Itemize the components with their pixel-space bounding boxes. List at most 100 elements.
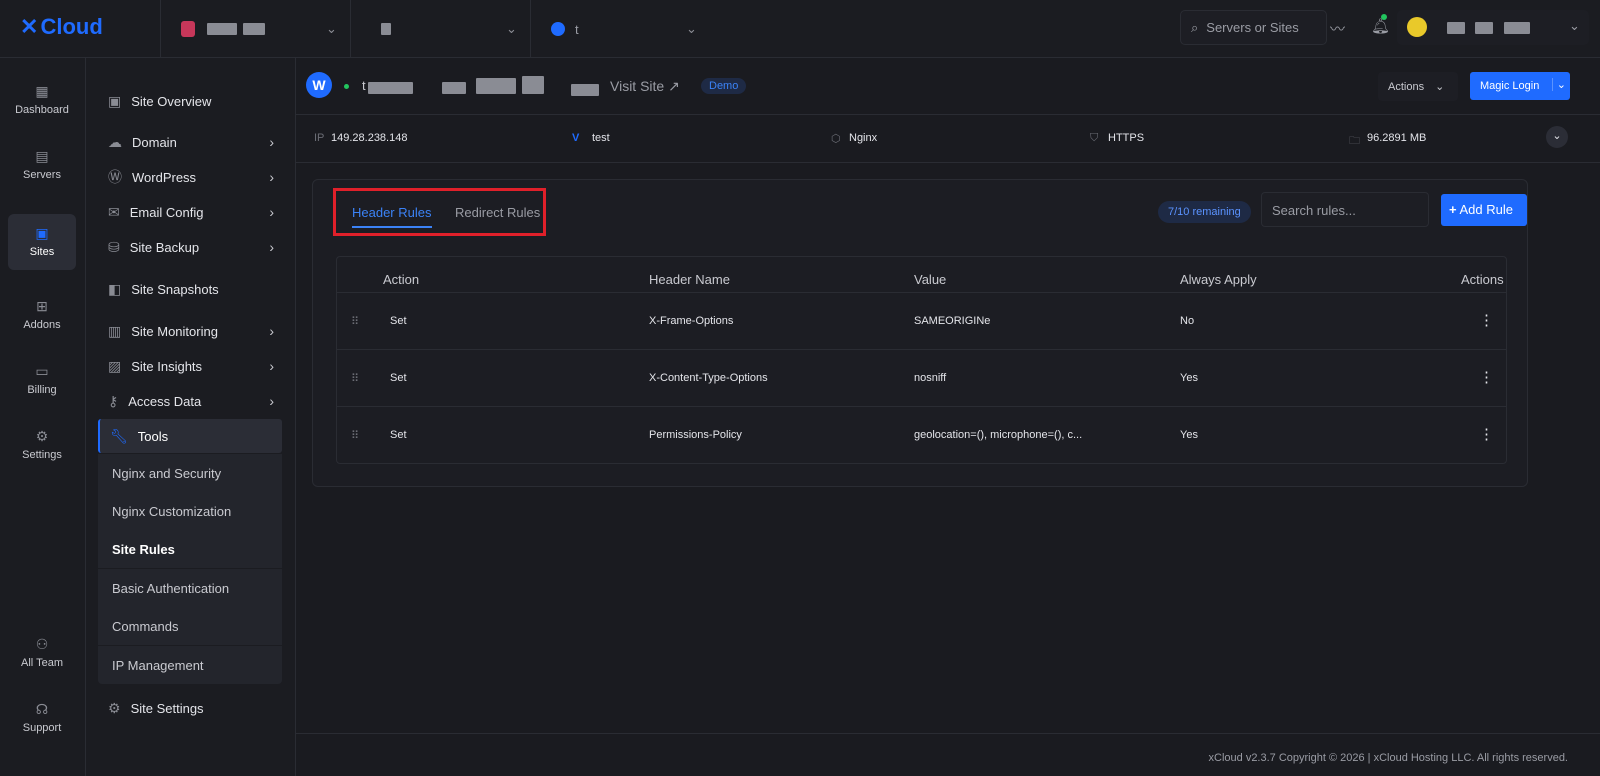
- nav-site-settings[interactable]: ⚙ Site Settings: [98, 691, 282, 725]
- user-menu[interactable]: ⌄: [1397, 10, 1589, 45]
- site-nav: ▣ Site Overview ☁ Domain › Ⓦ WordPress › ✉ Ema…: [86, 58, 296, 776]
- nav-site-snapshots[interactable]: ◧ Site Snapshots: [98, 272, 282, 306]
- xcloud-logo[interactable]: ✕ Cloud: [20, 14, 103, 40]
- tab-redirect-rules[interactable]: Redirect Rules: [455, 205, 540, 220]
- table-row: ⠿ Set X-Frame-Options SAMEORIGINe No ⋮: [337, 292, 1506, 349]
- wordpress-icon: [551, 22, 565, 36]
- search-icon: ⌕: [1191, 19, 1199, 35]
- site-selector[interactable]: t ⌄: [530, 0, 710, 58]
- search-rules-input[interactable]: Search rules...: [1261, 192, 1429, 227]
- nav-site-monitoring[interactable]: ▥ Site Monitoring ›: [98, 314, 282, 348]
- rail-addons[interactable]: ⊞ Addons: [8, 287, 76, 343]
- sub-basic-auth[interactable]: Basic Authentication: [98, 569, 282, 607]
- server-selector[interactable]: ⌄: [160, 0, 350, 58]
- chevron-down-icon[interactable]: ⌄: [1551, 78, 1566, 91]
- nav-site-backup[interactable]: ⛁ Site Backup ›: [98, 230, 282, 264]
- table-row: ⠿ Set X-Content-Type-Options nosniff Yes ⋮: [337, 349, 1506, 406]
- nav-tools[interactable]: 🔧︎ Tools: [98, 419, 282, 453]
- column-header: Header Name: [649, 272, 730, 287]
- chart-icon: ▥: [108, 323, 122, 339]
- column-header: Always Apply: [1180, 272, 1257, 287]
- addons-icon: ⊞: [36, 298, 48, 314]
- rail-support[interactable]: ☊ Support: [8, 690, 76, 746]
- nav-domain[interactable]: ☁ Domain ›: [98, 125, 282, 159]
- primary-rail: ▦ Dashboard ▤ Servers ▣ Sites ⊞ Addons ▭ Bill…: [0, 58, 86, 776]
- backup-icon: ⛁: [108, 239, 120, 255]
- gear-icon: ⚙: [108, 700, 121, 716]
- more-options-icon[interactable]: ⋮: [1479, 368, 1494, 386]
- site-info-bar: IP 149.28.238.148 V test ⬡ Nginx ⛉ HTTPS…: [296, 115, 1600, 163]
- more-options-icon[interactable]: ⋮: [1479, 311, 1494, 329]
- chevron-down-icon: ⌄: [326, 21, 337, 36]
- sub-commands[interactable]: Commands: [98, 607, 282, 645]
- status-dot: [344, 84, 349, 89]
- drag-handle-icon[interactable]: ⠿: [351, 429, 359, 442]
- bell-icon[interactable]: 🔔︎: [1371, 17, 1390, 35]
- server-avatar: [181, 21, 195, 37]
- global-search-input[interactable]: ⌕ Servers or Sites: [1180, 10, 1327, 45]
- remaining-badge: 7/10 remaining: [1158, 201, 1251, 223]
- layout-icon: ▣: [108, 93, 122, 109]
- wrench-icon: 🔧︎: [110, 428, 128, 444]
- team-icon: ⚇: [35, 636, 49, 652]
- sub-nginx-security[interactable]: Nginx and Security: [98, 454, 282, 492]
- drag-handle-icon[interactable]: ⠿: [351, 372, 359, 385]
- drag-handle-icon[interactable]: ⠿: [351, 315, 359, 328]
- chevron-down-icon: ⌄: [1569, 18, 1580, 33]
- column-header: Value: [914, 272, 947, 287]
- chevron-right-icon: ›: [269, 239, 274, 255]
- table-row: ⠿ Set Permissions-Policy geolocation=(), mi…: [337, 406, 1506, 463]
- nav-site-insights[interactable]: ▨ Site Insights ›: [98, 349, 282, 383]
- column-header: Actions: [1461, 272, 1504, 287]
- rail-sites[interactable]: ▣ Sites: [8, 214, 76, 270]
- nav-wordpress[interactable]: Ⓦ WordPress ›: [98, 160, 282, 194]
- chevron-down-icon: ⌄: [506, 21, 517, 36]
- chevron-right-icon: ›: [269, 358, 274, 374]
- cloud-logo-icon: ✕: [20, 14, 39, 39]
- tabs-highlight: Header Rules Redirect Rules: [333, 188, 546, 236]
- ip-address: 149.28.238.148: [331, 132, 408, 144]
- more-options-icon[interactable]: ⋮: [1479, 425, 1494, 443]
- wordpress-icon: Ⓦ: [108, 169, 122, 185]
- chevron-down-icon: ⌄: [686, 21, 697, 36]
- rail-servers[interactable]: ▤ Servers: [8, 137, 76, 193]
- activity-icon[interactable]: 〰: [1330, 18, 1345, 39]
- team-selector[interactable]: ⌄: [350, 0, 530, 58]
- nav-site-overview[interactable]: ▣ Site Overview: [98, 84, 282, 118]
- actions-dropdown[interactable]: Actions ⌄: [1378, 72, 1458, 101]
- nav-access-data[interactable]: ⚷ Access Data ›: [98, 384, 282, 418]
- receipt-icon: ▭: [35, 363, 49, 379]
- rail-settings[interactable]: ⚙ Settings: [8, 417, 76, 473]
- add-rule-button[interactable]: + Add Rule: [1441, 194, 1527, 226]
- chevron-right-icon: ›: [269, 323, 274, 339]
- browser-icon: ▣: [35, 225, 49, 241]
- demo-badge: Demo: [701, 78, 747, 94]
- domain-icon: ☁: [108, 134, 122, 150]
- chevron-right-icon: ›: [269, 393, 274, 409]
- column-header: Action: [383, 272, 420, 287]
- gear-icon: ⚙: [35, 428, 49, 444]
- shield-icon: ⛉: [1090, 132, 1099, 144]
- magic-login-button[interactable]: Magic Login ⌄: [1470, 72, 1570, 100]
- nav-email-config[interactable]: ✉ Email Config ›: [98, 195, 282, 229]
- expand-info-button[interactable]: ⌄: [1546, 126, 1568, 148]
- visit-site-link[interactable]: Visit Site ↗: [610, 78, 680, 95]
- plus-icon: +: [1449, 202, 1457, 217]
- folder-icon: 🗀︎: [1349, 135, 1360, 147]
- sub-nginx-customization[interactable]: Nginx Customization: [98, 492, 282, 530]
- snapshot-icon: ◧: [108, 281, 122, 297]
- chevron-right-icon: ›: [269, 169, 274, 185]
- chevron-right-icon: ›: [269, 204, 274, 220]
- rail-dashboard[interactable]: ▦ Dashboard: [8, 72, 76, 128]
- site-rules-card: Header Rules Redirect Rules 7/10 remaini…: [312, 179, 1528, 487]
- site-header: W t Visit Site ↗ Demo Actions ⌄ Magic Lo…: [296, 58, 1600, 115]
- sub-site-rules[interactable]: Site Rules: [98, 530, 282, 568]
- tab-header-rules[interactable]: Header Rules: [352, 205, 432, 228]
- chevron-down-icon: ⌄: [1435, 81, 1445, 93]
- rail-all-team[interactable]: ⚇ All Team: [8, 625, 76, 681]
- avatar: [1407, 17, 1427, 37]
- sub-ip-management[interactable]: IP Management: [98, 646, 282, 684]
- top-bar: ✕ Cloud ⌄ ⌄ t ⌄ ⌕ Servers or Sites 〰 🔔︎ ⌄: [0, 0, 1600, 58]
- rail-billing[interactable]: ▭ Billing: [8, 352, 76, 408]
- site-name: t: [362, 78, 366, 93]
